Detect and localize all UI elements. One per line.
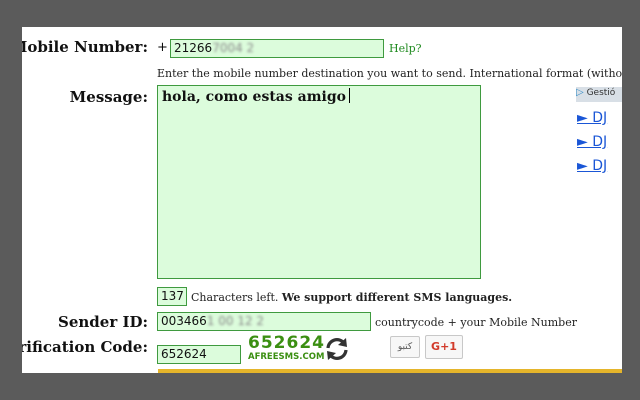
tweet-button[interactable]: کتبو xyxy=(390,336,420,358)
google-plus-button[interactable]: G+1 xyxy=(425,335,463,359)
ad-choices-badge[interactable]: ▷ Gestió xyxy=(576,87,622,102)
verification-code-label: Verification Code: xyxy=(22,338,148,356)
mobile-number-hint: Enter the mobile number destination you … xyxy=(157,67,622,80)
mobile-number-value: 21266 xyxy=(174,41,213,55)
text-cursor xyxy=(348,88,350,103)
ad-link-3[interactable]: ► DJ xyxy=(577,158,607,174)
message-textarea[interactable]: hola, como estas amigo xyxy=(157,85,481,279)
sender-id-obscured: 1 00 12 2 xyxy=(206,314,265,328)
message-label: Message: xyxy=(69,88,148,106)
help-link[interactable]: Help? xyxy=(389,42,422,55)
ad-link-2[interactable]: ► DJ xyxy=(577,134,607,150)
languages-support-note: We support different SMS languages. xyxy=(281,291,513,304)
sender-id-value: 003466 xyxy=(161,314,207,328)
sms-form-panel: Mobile Number: + 212667004 2 Help? Enter… xyxy=(22,27,622,373)
plus-prefix: + xyxy=(157,40,168,55)
mobile-number-label: Mobile Number: xyxy=(22,38,148,56)
sender-id-hint: countrycode + your Mobile Number xyxy=(375,316,577,329)
mobile-number-obscured: 7004 2 xyxy=(212,41,255,55)
refresh-icon[interactable] xyxy=(324,336,350,362)
verification-code-input[interactable]: 652624 xyxy=(157,345,241,364)
bottom-banner-strip xyxy=(158,369,622,373)
characters-left-label: Characters left. xyxy=(191,291,279,304)
ad-choices-icon: ▷ xyxy=(576,87,584,98)
sender-id-input[interactable]: 0034661 00 12 2 xyxy=(157,312,371,331)
ad-link-1[interactable]: ► DJ xyxy=(577,110,607,126)
mobile-number-input[interactable]: 212667004 2 xyxy=(170,39,384,58)
captcha-site: AFREESMS.COM xyxy=(248,352,325,362)
message-text: hola, como estas amigo xyxy=(162,89,346,105)
captcha-image: 652624 AFREESMS.COM xyxy=(248,333,325,363)
captcha-code: 652624 xyxy=(248,333,325,353)
characters-left-counter: 137 xyxy=(157,287,187,306)
characters-left-text: Characters left. We support different SM… xyxy=(191,291,512,304)
ad-choices-label: Gestió xyxy=(586,88,616,98)
sender-id-label: Sender ID: xyxy=(58,313,148,331)
